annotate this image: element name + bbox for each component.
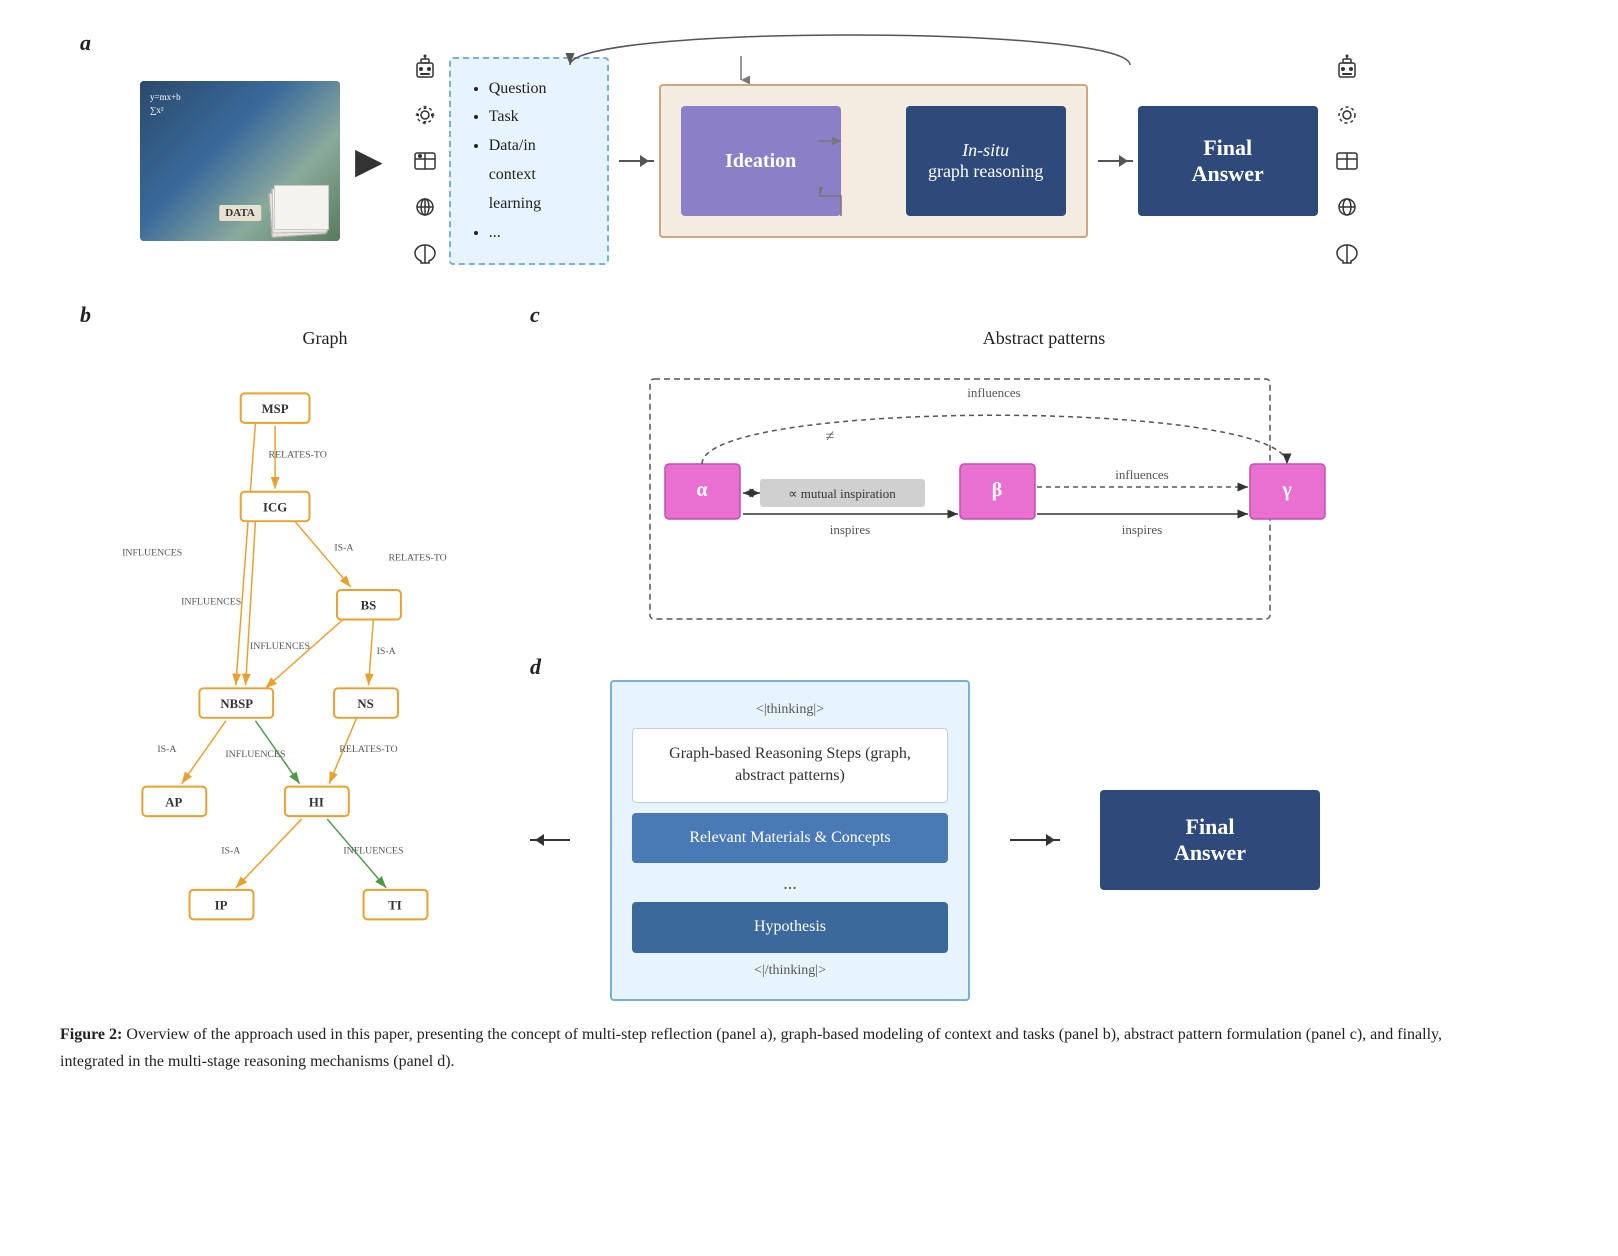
- caption-text: Overview of the approach used in this pa…: [60, 1026, 1442, 1070]
- thinking-block-1: Graph-based Reasoning Steps (graph, abst…: [632, 728, 948, 803]
- icon-robot: [406, 50, 444, 88]
- icons-column-right: [1328, 50, 1366, 272]
- context-item-2: Task: [489, 103, 587, 132]
- thinking-box: <|thinking|> Graph-based Reasoning Steps…: [610, 680, 970, 1001]
- svg-text:influences: influences: [1115, 467, 1168, 482]
- svg-text:NBSP: NBSP: [220, 697, 253, 711]
- panel-c-label: c: [530, 302, 540, 327]
- panel-b-label: b: [80, 302, 91, 327]
- svg-text:IP: IP: [215, 898, 228, 912]
- svg-text:RELATES-TO: RELATES-TO: [269, 449, 327, 460]
- svg-text:MSP: MSP: [262, 402, 289, 416]
- context-box: Question Task Data/incontextlearning ...: [449, 57, 609, 266]
- svg-text:INFLUENCES: INFLUENCES: [181, 597, 241, 608]
- graph-svg: RELATES-TO IS-A INFLUENCES INFLUENCES IN…: [80, 359, 480, 939]
- panel-a-inner: y=mx+b∑x² DATA ▶: [110, 50, 1558, 272]
- abstract-patterns-svg: α β γ influences ≠ ∝ mutual inspiration: [530, 369, 1430, 639]
- svg-text:≠: ≠: [826, 428, 835, 445]
- icon-brain: [406, 234, 444, 272]
- svg-text:TI: TI: [388, 898, 402, 912]
- final-answer-block-d: Final Answer: [1100, 790, 1320, 890]
- panel-d: d <|thinking|> Graph-based Reasoning Ste…: [530, 654, 1558, 1001]
- svg-text:inspires: inspires: [1122, 522, 1162, 537]
- context-item-dot: ...: [489, 219, 587, 248]
- icon-brain-right: [1328, 234, 1366, 272]
- context-item-1: Question: [489, 75, 587, 104]
- icon-robot-right: [1328, 50, 1366, 88]
- svg-text:β: β: [992, 479, 1003, 501]
- caption-bold: Figure 2:: [60, 1026, 122, 1043]
- play-arrow: ▶: [355, 140, 383, 182]
- svg-text:RELATES-TO: RELATES-TO: [339, 744, 397, 755]
- svg-text:HI: HI: [309, 795, 324, 809]
- panel-a: a y=mx+b∑x² DATA: [80, 30, 1558, 272]
- graph-title: Graph: [140, 328, 510, 349]
- panel-a-label: a: [80, 30, 91, 56]
- svg-text:INFLUENCES: INFLUENCES: [122, 548, 182, 559]
- thinking-close-tag: <|/thinking|>: [632, 963, 948, 979]
- ideation-block: Ideation: [681, 106, 841, 216]
- arrow-to-final: [1098, 160, 1133, 162]
- svg-text:γ: γ: [1281, 479, 1292, 501]
- svg-text:∝ mutual inspiration: ∝ mutual inspiration: [788, 486, 896, 501]
- svg-text:RELATES-TO: RELATES-TO: [389, 553, 447, 564]
- inner-arrow-right: [819, 136, 879, 176]
- icon-person: [406, 142, 444, 180]
- svg-text:IS-A: IS-A: [377, 646, 397, 657]
- icon-network: [406, 188, 444, 226]
- svg-text:inspires: inspires: [830, 522, 870, 537]
- thinking-block-3: Hypothesis: [632, 902, 948, 952]
- context-item-3: Data/incontextlearning: [489, 132, 587, 218]
- abstract-title: Abstract patterns: [530, 328, 1558, 349]
- panels-cd-col: c Abstract patterns α: [530, 302, 1558, 1001]
- icon-settings: [406, 96, 444, 134]
- svg-text:INFLUENCES: INFLUENCES: [225, 749, 285, 760]
- svg-text:influences: influences: [967, 385, 1020, 400]
- icons-column-left: [406, 50, 444, 272]
- svg-text:BS: BS: [361, 599, 377, 613]
- icon-settings-right: [1328, 96, 1366, 134]
- icon-table-right: [1328, 142, 1366, 180]
- photo-box: y=mx+b∑x² DATA: [140, 81, 340, 241]
- reasoning-box: Ideation In-situ graph reasoning: [659, 84, 1088, 238]
- panel-b: b Graph RELATES-TO IS-A: [80, 302, 510, 1001]
- panel-d-label: d: [530, 654, 541, 679]
- panel-d-inner: <|thinking|> Graph-based Reasoning Steps…: [530, 680, 1558, 1001]
- top-curve-arrow: [560, 15, 1140, 70]
- svg-text:INFLUENCES: INFLUENCES: [250, 641, 310, 652]
- thinking-open-tag: <|thinking|>: [632, 702, 948, 718]
- figure-container: a y=mx+b∑x² DATA: [60, 30, 1558, 1075]
- svg-text:NS: NS: [357, 697, 373, 711]
- svg-text:IS-A: IS-A: [221, 845, 241, 856]
- insitu-block: In-situ graph reasoning: [906, 106, 1066, 216]
- svg-text:INFLUENCES: INFLUENCES: [343, 845, 403, 856]
- svg-text:AP: AP: [165, 795, 182, 809]
- thinking-dots: ...: [632, 873, 948, 894]
- inner-arrow-up: [819, 186, 879, 226]
- thinking-block-2: Relevant Materials & Concepts: [632, 813, 948, 863]
- panel-c: c Abstract patterns α: [530, 302, 1558, 644]
- svg-text:IS-A: IS-A: [334, 543, 354, 554]
- final-answer-block-a: Final Answer: [1138, 106, 1318, 216]
- svg-text:ICG: ICG: [263, 500, 287, 514]
- figure-caption: Figure 2: Overview of the approach used …: [60, 1021, 1460, 1075]
- arrow-to-reasoning: [619, 160, 654, 162]
- icon-network-right: [1328, 188, 1366, 226]
- svg-text:IS-A: IS-A: [157, 744, 177, 755]
- svg-text:α: α: [696, 479, 707, 501]
- panels-bc-row: b Graph RELATES-TO IS-A: [80, 302, 1558, 1001]
